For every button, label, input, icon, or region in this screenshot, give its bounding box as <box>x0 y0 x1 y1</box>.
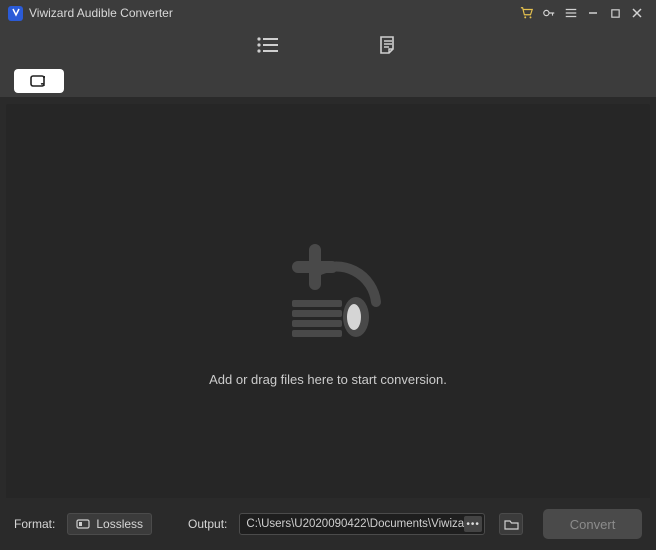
app-title: Viwizard Audible Converter <box>29 6 173 20</box>
footer: Format: Lossless Output: C:\Users\U20200… <box>0 498 656 550</box>
output-more-button[interactable]: ••• <box>464 516 482 532</box>
app-icon <box>8 6 23 21</box>
titlebar: Viwizard Audible Converter <box>0 0 656 26</box>
minimize-button[interactable] <box>582 2 604 24</box>
convert-button[interactable]: Convert <box>543 509 642 539</box>
drop-text: Add or drag files here to start conversi… <box>209 372 447 387</box>
drop-illustration-icon <box>258 222 398 352</box>
key-icon[interactable] <box>538 2 560 24</box>
output-path: C:\Users\U2020090422\Documents\Viwiza <box>246 518 464 530</box>
convert-label: Convert <box>570 517 616 532</box>
format-value: Lossless <box>96 517 143 531</box>
browse-output-button[interactable] <box>499 513 523 535</box>
add-files-button[interactable] <box>14 69 64 93</box>
menu-icon[interactable] <box>560 2 582 24</box>
format-icon <box>76 518 90 530</box>
add-row <box>0 64 656 98</box>
output-label: Output: <box>188 517 227 531</box>
drop-area[interactable]: Add or drag files here to start conversi… <box>6 104 650 504</box>
close-button[interactable] <box>626 2 648 24</box>
format-label: Format: <box>14 517 55 531</box>
cart-icon[interactable] <box>516 2 538 24</box>
list-view-icon[interactable] <box>253 31 283 59</box>
output-path-box[interactable]: C:\Users\U2020090422\Documents\Viwiza ••… <box>239 513 485 535</box>
format-selector[interactable]: Lossless <box>67 513 152 535</box>
maximize-button[interactable] <box>604 2 626 24</box>
note-view-icon[interactable] <box>373 31 403 59</box>
view-toolbar <box>0 26 656 64</box>
